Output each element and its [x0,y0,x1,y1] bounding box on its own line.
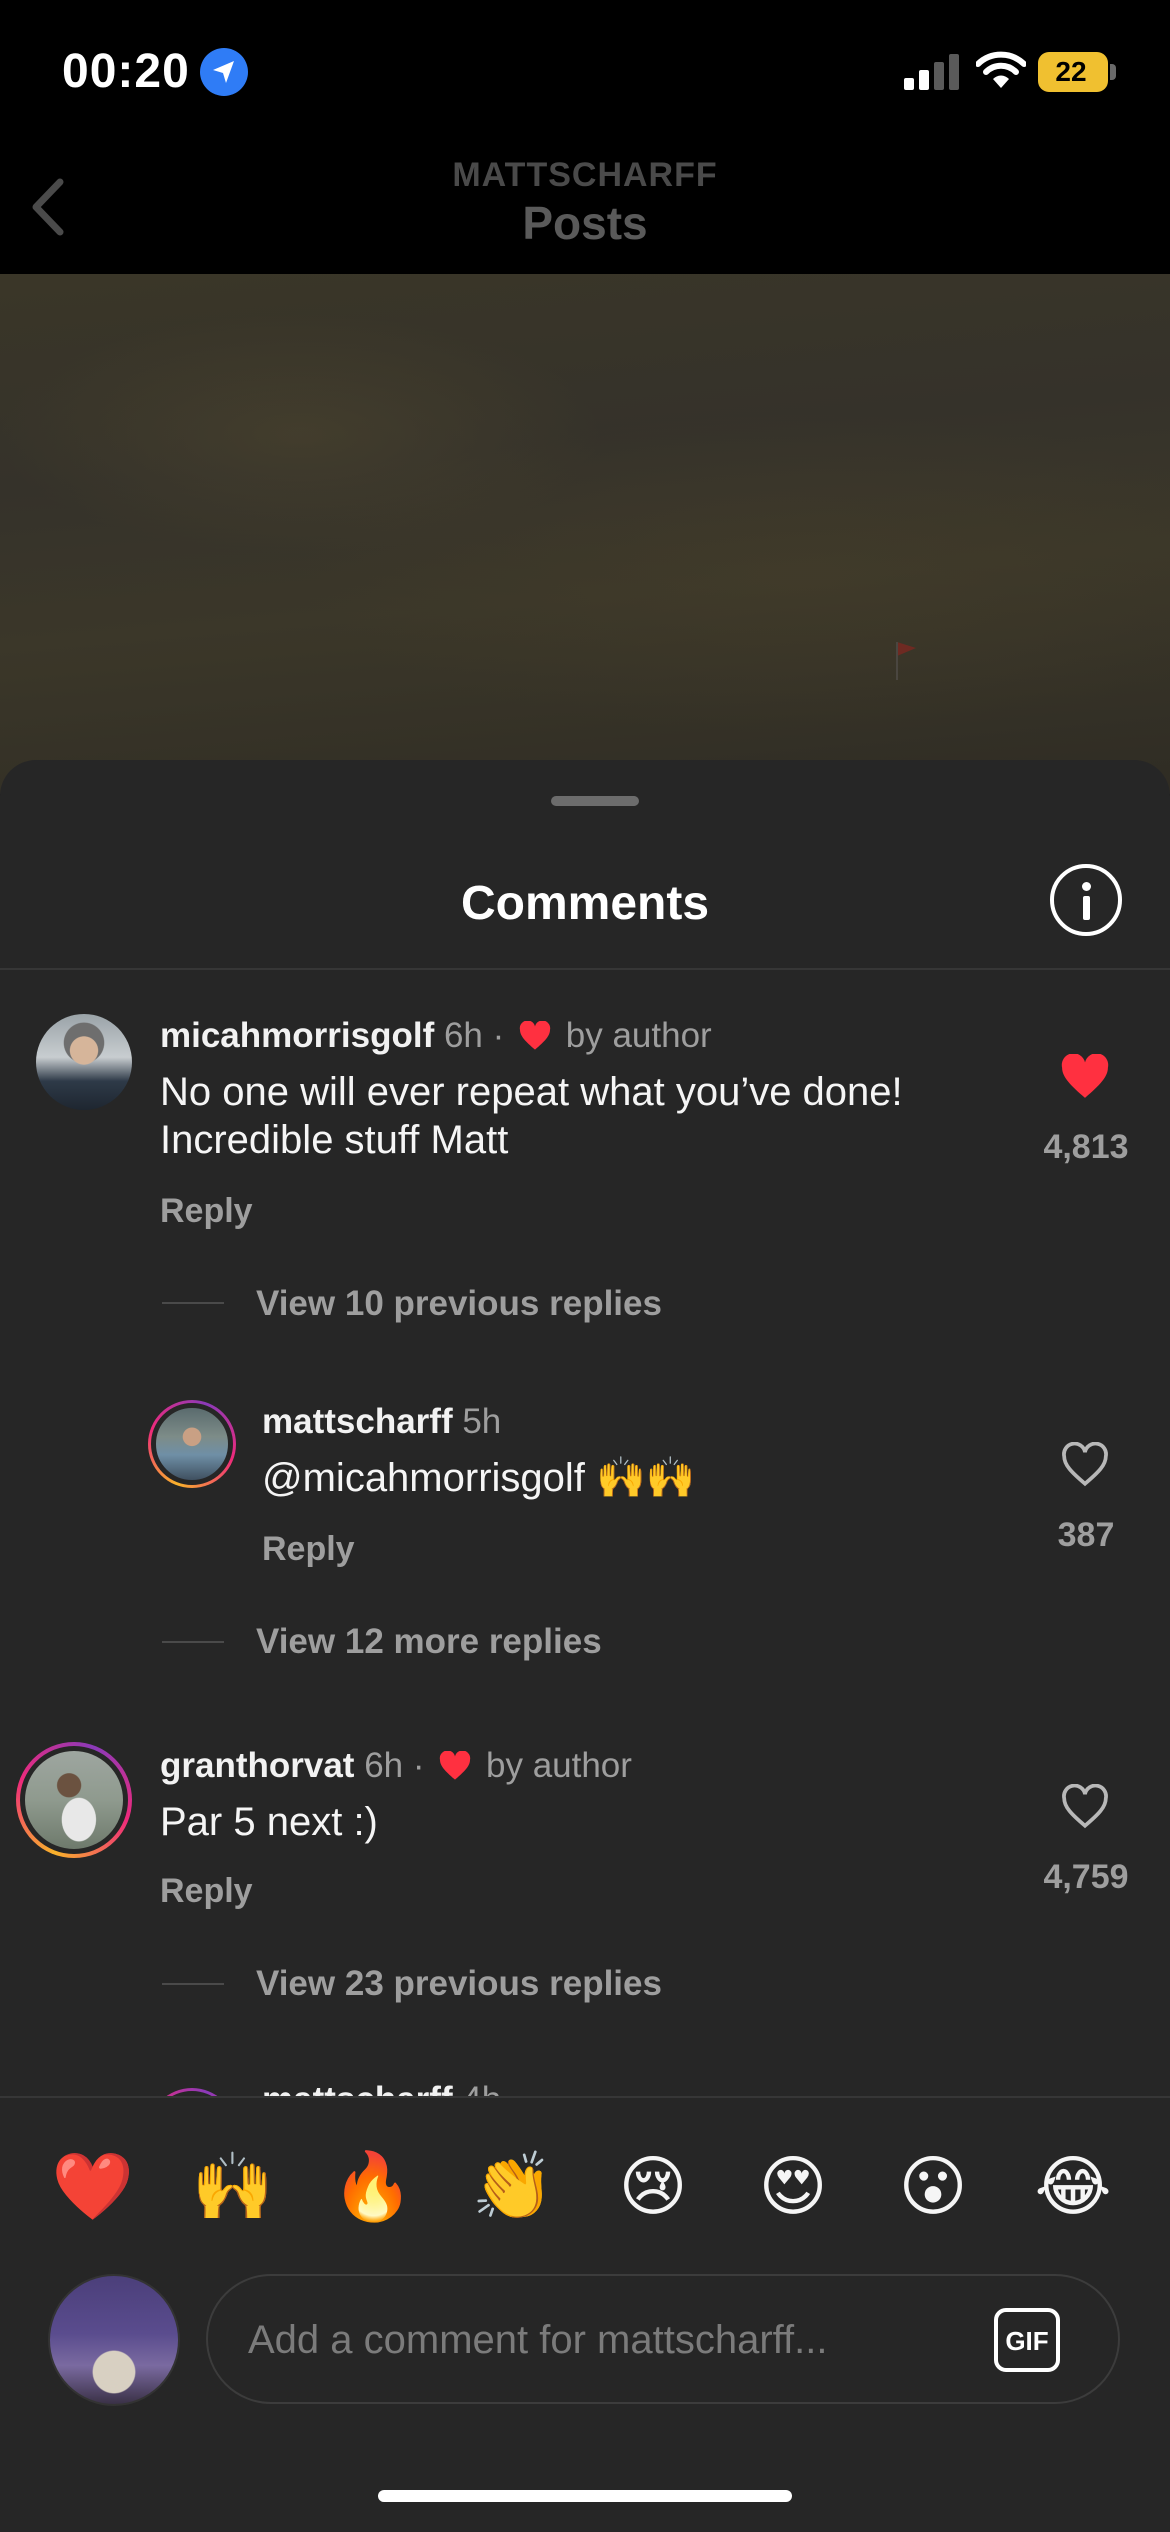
view-replies-button[interactable]: View 23 previous replies [256,1964,662,2004]
comment-username[interactable]: micahmorrisgolf [160,1016,434,1055]
info-icon-bar [1083,896,1090,920]
meta-separator: · [492,1016,505,1055]
comment-header: micahmorrisgolf 6h · by author [160,1016,712,1056]
heart-filled-icon[interactable] [1060,1054,1110,1100]
golf-flag-icon [896,642,916,680]
emoji-heart[interactable]: ❤️ [48,2142,138,2232]
battery-level: 22 [1055,56,1087,87]
view-replies-button[interactable]: View 10 previous replies [256,1284,662,1324]
comment-header: mattscharff 5h [262,1402,501,1442]
battery-nub [1110,64,1116,80]
comment-input[interactable]: Add a comment for mattscharff... GIF [206,2274,1120,2404]
current-user-avatar [48,2274,180,2406]
comment-username[interactable]: mattscharff [262,1402,453,1441]
comment-age: 6h [443,1016,483,1055]
sheet-grabber[interactable] [551,796,639,806]
story-ring[interactable] [148,2088,236,2096]
author-heart-icon [519,1021,551,1050]
header-username: MATTSCHARFF [452,156,718,194]
meta-separator: · [412,1746,425,1785]
avatar [20,1746,128,1854]
sheet-title: Comments [460,877,710,930]
location-arrow-icon [200,48,248,96]
info-button[interactable] [1050,864,1122,936]
comment-header: mattscharff 4h [262,2080,501,2096]
liked-by-author-label: by author [486,1746,632,1785]
composer-divider [0,2096,1170,2098]
page-title: Posts [522,197,648,249]
replies-divider-line [162,1302,224,1304]
avatar [151,1403,233,1485]
comment-username[interactable]: mattscharff [262,2080,453,2096]
post-image [0,274,1170,794]
reply-button[interactable]: Reply [160,1872,253,1911]
comment-age: 4h [462,2080,501,2096]
author-heart-icon [440,1751,471,1780]
reply-button[interactable]: Reply [262,1530,355,1569]
emoji-fire[interactable]: 🔥 [328,2142,418,2232]
heart-outline-icon[interactable] [1060,1442,1110,1488]
status-time: 00:20 [62,45,190,98]
sheet-divider [0,968,1170,970]
reply-button[interactable]: Reply [160,1192,253,1231]
partial-reply: mattscharff 4h [0,2060,1170,2096]
cellular-signal-icon [904,54,959,90]
battery-indicator: 22 [1038,52,1108,92]
heart-outline-icon[interactable] [1060,1784,1110,1830]
comment-text: @micahmorrisgolf 🙌🙌 [262,1456,696,1500]
status-bar: 00:20 22 [0,0,1170,140]
view-replies-button[interactable]: View 12 more replies [256,1622,602,1662]
emoji-surprised[interactable]: 😮 [888,2142,978,2232]
wifi-icon [976,51,1026,88]
gif-button[interactable]: GIF [994,2308,1060,2372]
comment-username[interactable]: granthorvat [160,1746,354,1785]
home-indicator[interactable] [378,2490,792,2502]
emoji-laughing[interactable]: 😂 [1028,2142,1118,2232]
liked-by-author-label: by author [565,1016,712,1055]
emoji-raised-hands[interactable]: 🙌 [188,2142,278,2232]
comment-age: 6h [364,1746,404,1785]
emoji-heart-eyes[interactable]: 😍 [748,2142,838,2232]
emoji-crying[interactable]: 😢 [608,2142,698,2232]
like-count: 387 [1057,1516,1115,1554]
avatar[interactable] [36,1014,132,1110]
story-ring[interactable] [148,1400,236,1488]
like-count: 4,759 [1043,1858,1129,1896]
comment-header: granthorvat 6h · by author [160,1746,632,1786]
story-ring[interactable] [16,1742,132,1858]
comment-text: Par 5 next :) [160,1800,378,1844]
gif-label: GIF [1005,2326,1049,2356]
comment-text: No one will ever repeat what you’ve done… [160,1070,903,1162]
screen: 00:20 22 MATTSCHARFF Posts Comments mica… [0,0,1170,2532]
info-icon-dot [1082,882,1091,891]
comment-placeholder: Add a comment for mattscharff... [248,2318,828,2362]
replies-divider-line [162,1983,224,1985]
emoji-clap[interactable]: 👏 [468,2142,558,2232]
like-count: 4,813 [1043,1128,1129,1166]
comment-age: 5h [462,1402,502,1441]
replies-divider-line [162,1641,224,1643]
